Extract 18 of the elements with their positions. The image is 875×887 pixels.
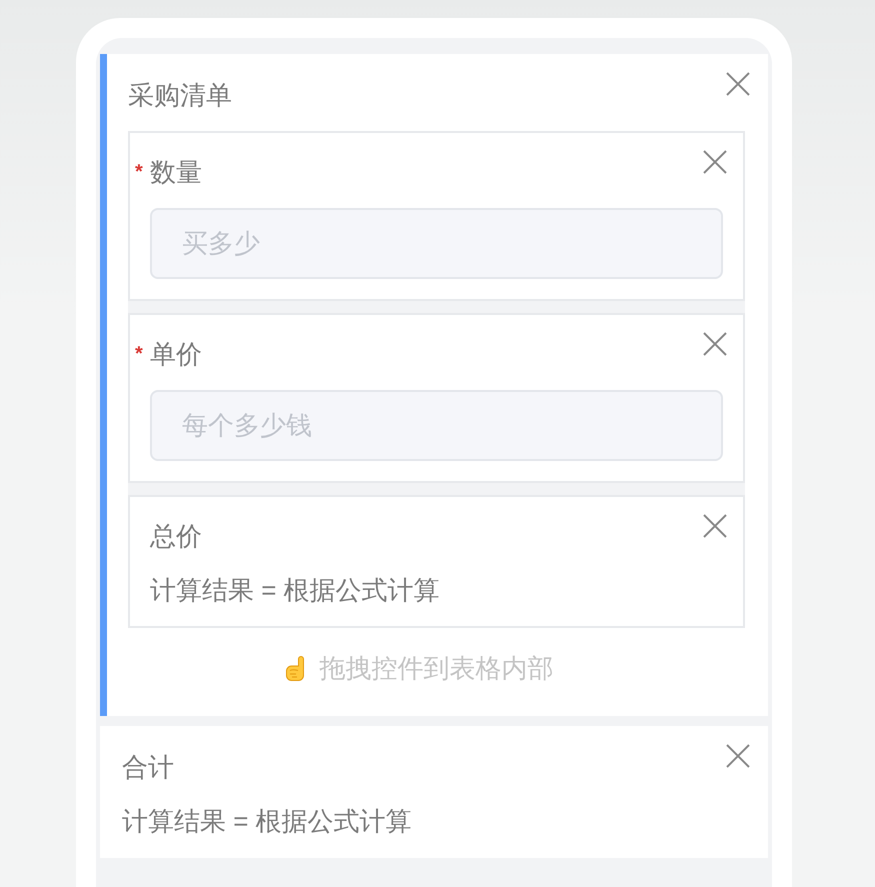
widget-title: 采购清单 (128, 79, 232, 112)
drop-hint: 拖拽控件到表格内部 (320, 652, 554, 685)
close-icon[interactable] (726, 744, 750, 768)
required-mark: * (135, 162, 143, 182)
close-icon[interactable] (703, 150, 727, 174)
field-label: 数量 (150, 156, 202, 189)
formula-text: 计算结果 = 根据公式计算 (150, 574, 440, 607)
field-label: 合计 (122, 751, 174, 784)
close-icon[interactable] (726, 72, 750, 96)
field-label: 单价 (150, 338, 202, 371)
pointing-hand-icon (286, 656, 306, 680)
field-card[interactable]: 总价 计算结果 = 根据公式计算 (128, 495, 745, 628)
close-icon[interactable] (703, 514, 727, 538)
formula-widget[interactable]: 合计 计算结果 = 根据公式计算 (100, 726, 768, 858)
required-mark: * (135, 344, 143, 364)
field-label: 总价 (150, 520, 202, 553)
close-icon[interactable] (703, 332, 727, 356)
formula-text: 计算结果 = 根据公式计算 (122, 805, 412, 838)
